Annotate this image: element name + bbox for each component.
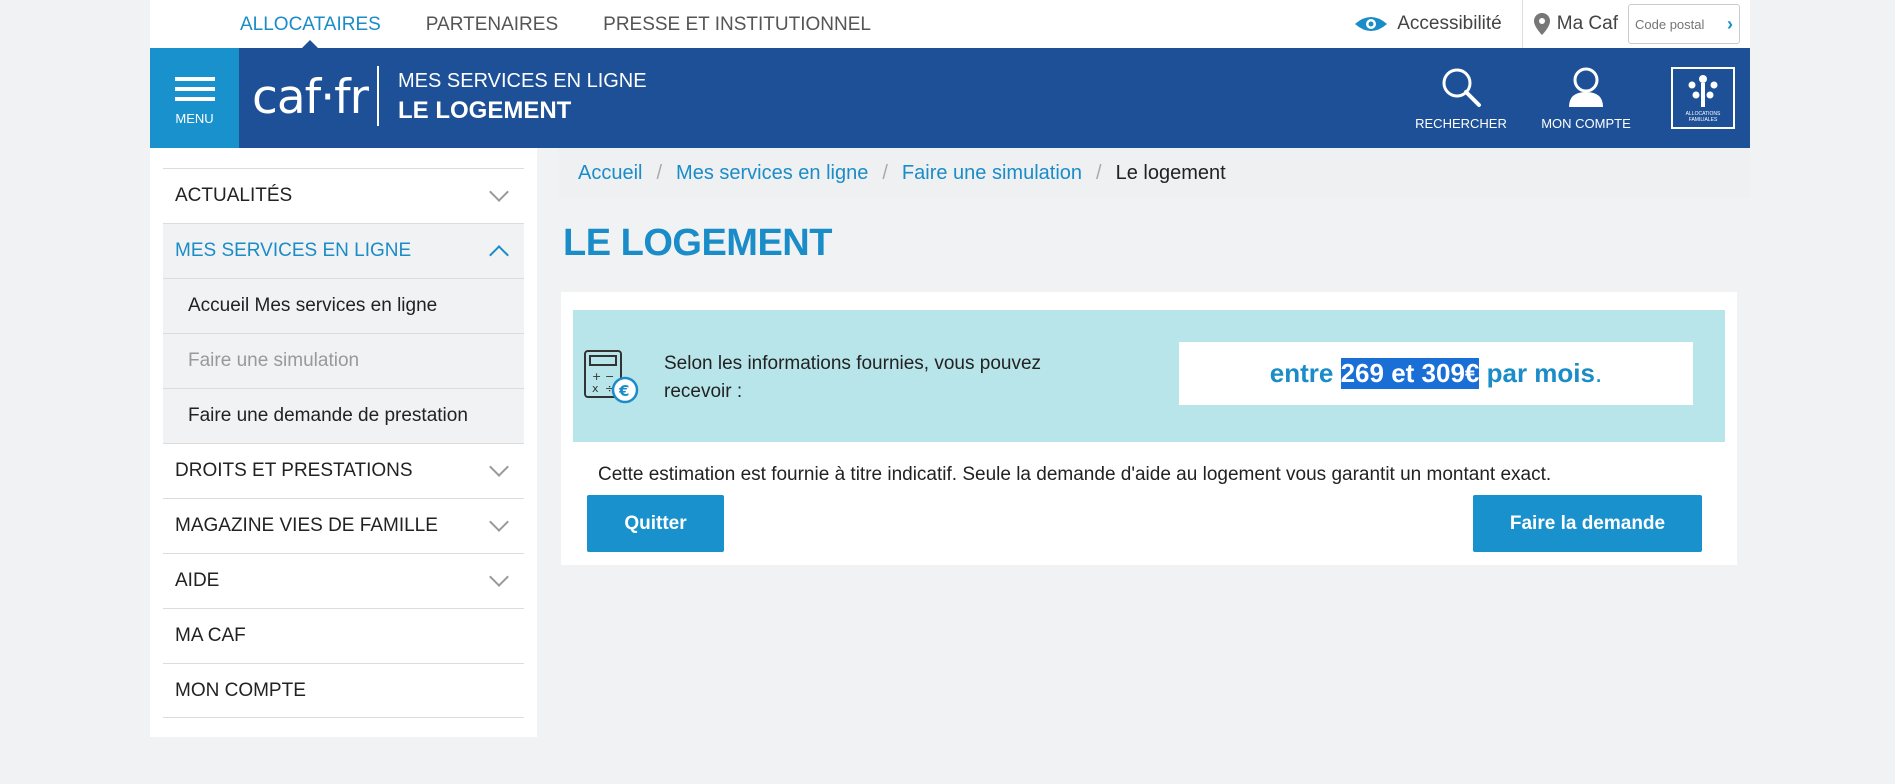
breadcrumb-link[interactable]: Mes services en ligne xyxy=(676,162,868,185)
account-button[interactable]: MON COMPTE xyxy=(1540,66,1632,131)
eye-icon xyxy=(1355,17,1388,31)
svg-text:€: € xyxy=(618,382,629,400)
chevron-down-icon xyxy=(489,182,509,202)
main-header: MENU caf·fr MES SERVICES EN LIGNE LE LOG… xyxy=(150,48,1750,158)
search-button[interactable]: RECHERCHER xyxy=(1415,66,1507,131)
sidebar-item-label: MON COMPTE xyxy=(175,679,306,701)
audience-nav: ALLOCATAIRES PARTENAIRES PRESSE ET INSTI… xyxy=(240,0,916,48)
breadcrumb-separator: / xyxy=(656,161,663,184)
sidebar-item-magazine[interactable]: MAGAZINE VIES DE FAMILLE xyxy=(163,498,524,553)
amount-prefix: entre xyxy=(1269,358,1341,388)
postal-code-input[interactable] xyxy=(1635,16,1719,32)
sidebar-item-label: MAGAZINE VIES DE FAMILLE xyxy=(175,515,438,536)
ma-caf-link[interactable]: Ma Caf xyxy=(1523,0,1628,48)
sidebar-subitem-simulation[interactable]: Faire une simulation xyxy=(163,333,524,388)
hamburger-icon xyxy=(174,71,215,107)
sidebar-item-services-en-ligne[interactable]: MES SERVICES EN LIGNE xyxy=(163,223,524,278)
location-pin-icon xyxy=(1533,13,1550,35)
estimate-amount: entre 269 et 309€ par mois . xyxy=(1179,342,1693,405)
sidebar: ACTUALITÉS MES SERVICES EN LIGNE Accueil… xyxy=(150,148,537,737)
quit-button[interactable]: Quitter xyxy=(587,495,724,552)
estimate-description: Selon les informations fournies, vous po… xyxy=(664,353,1042,402)
accessibility-label: Accessibilité xyxy=(1397,13,1502,34)
svg-text:x: x xyxy=(592,382,599,395)
caf-logo[interactable]: caf·fr xyxy=(252,70,369,125)
chevron-down-icon xyxy=(489,512,509,532)
chevron-down-icon xyxy=(489,457,509,477)
sidebar-item-droits[interactable]: DROITS ET PRESTATIONS xyxy=(163,443,524,498)
estimate-panel: + − x ÷ € Selon les informations fournie… xyxy=(573,310,1725,442)
sidebar-subitem-demande[interactable]: Faire une demande de prestation xyxy=(163,388,524,443)
calculator-euro-icon: + − x ÷ € xyxy=(584,350,639,404)
breadcrumb-link[interactable]: Accueil xyxy=(578,162,642,185)
sidebar-subitem-accueil[interactable]: Accueil Mes services en ligne xyxy=(163,278,524,333)
chevron-right-icon[interactable]: › xyxy=(1727,14,1733,35)
menu-label: MENU xyxy=(175,110,214,126)
sidebar-item-aide[interactable]: AIDE xyxy=(163,553,524,608)
chevron-down-icon xyxy=(489,567,509,587)
menu-button[interactable]: MENU xyxy=(150,48,239,158)
breadcrumb-separator: / xyxy=(1096,161,1102,184)
breadcrumb-link[interactable]: Faire une simulation xyxy=(902,162,1082,185)
sidebar-item-mon-compte[interactable]: MON COMPTE xyxy=(163,663,524,718)
disclaimer-text: Cette estimation est fournie à titre ind… xyxy=(598,464,1552,485)
amount-range: 269 et 309€ xyxy=(1340,358,1480,389)
sidebar-item-actualites[interactable]: ACTUALITÉS xyxy=(163,168,524,223)
logo-divider xyxy=(377,66,379,126)
nav-presse[interactable]: PRESSE ET INSTITUTIONNEL xyxy=(603,0,871,48)
header-subtitle: MES SERVICES EN LIGNE xyxy=(398,70,647,92)
search-label: RECHERCHER xyxy=(1415,116,1507,131)
sidebar-item-label: MA CAF xyxy=(175,625,246,646)
submit-request-button[interactable]: Faire la demande xyxy=(1473,495,1702,552)
nav-allocataires[interactable]: ALLOCATAIRES xyxy=(240,0,381,48)
result-card: + − x ÷ € Selon les informations fournie… xyxy=(561,292,1737,565)
amount-suffix: par mois xyxy=(1479,358,1595,388)
accessibility-link[interactable]: Accessibilité xyxy=(1353,0,1523,48)
header-title-block: MES SERVICES EN LIGNE LE LOGEMENT xyxy=(398,70,647,125)
allocations-familiales-logo: ALLOCATIONS FAMILIALES xyxy=(1671,67,1735,129)
header-title: LE LOGEMENT xyxy=(398,97,572,124)
user-icon xyxy=(1569,67,1603,107)
search-icon xyxy=(1442,68,1481,107)
badge-text: ALLOCATIONS FAMILIALES xyxy=(1685,111,1721,123)
sidebar-item-ma-caf[interactable]: MA CAF xyxy=(163,608,524,663)
account-label: MON COMPTE xyxy=(1541,116,1631,131)
nav-partenaires[interactable]: PARTENAIRES xyxy=(426,0,558,48)
sidebar-item-label: MES SERVICES EN LIGNE xyxy=(175,240,412,261)
ma-caf-label: Ma Caf xyxy=(1556,13,1618,34)
sidebar-item-label: DROITS ET PRESTATIONS xyxy=(175,460,413,481)
breadcrumb-separator: / xyxy=(882,161,888,184)
page-title: LE LOGEMENT xyxy=(563,222,832,264)
sidebar-item-label: ACTUALITÉS xyxy=(175,185,293,206)
top-utility-bar: ALLOCATAIRES PARTENAIRES PRESSE ET INSTI… xyxy=(150,0,1750,48)
postal-code-box: › xyxy=(1628,4,1740,44)
utility-links: Accessibilité Ma Caf › xyxy=(1353,0,1750,48)
sidebar-item-label: AIDE xyxy=(175,570,220,591)
breadcrumb: Accueil / Mes services en ligne / Faire … xyxy=(558,148,1750,198)
amount-period: . xyxy=(1594,358,1603,388)
family-tree-icon xyxy=(1688,75,1718,107)
chevron-up-icon xyxy=(489,245,509,265)
breadcrumb-current: Le logement xyxy=(1115,161,1226,184)
